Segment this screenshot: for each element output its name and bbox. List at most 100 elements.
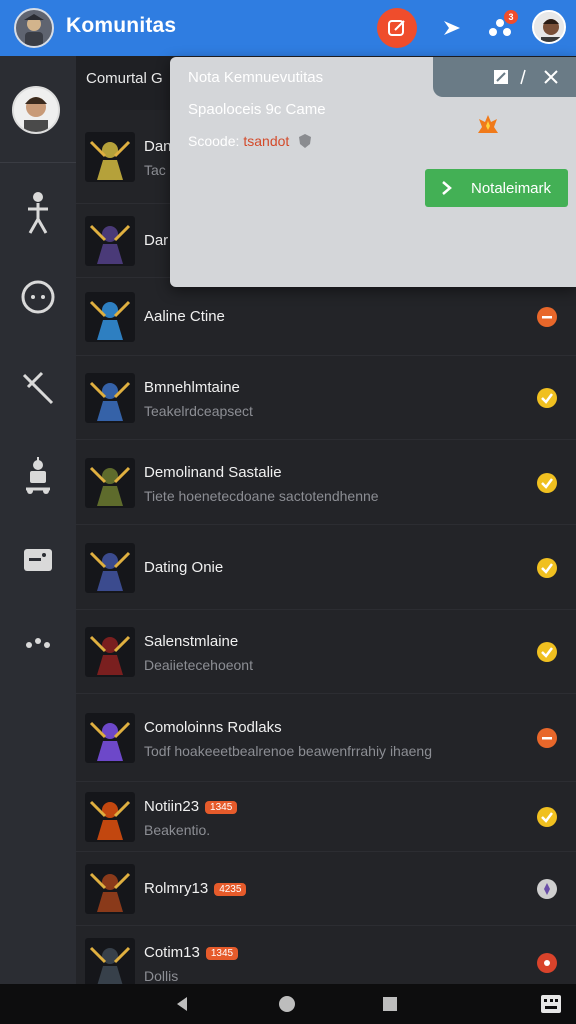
profile-avatar[interactable] — [12, 86, 60, 134]
popup-minimize-button[interactable] — [493, 69, 509, 90]
game-art-icon — [85, 292, 135, 342]
popup-title: Nota Kemnuevutitas — [188, 69, 324, 86]
community-thumbnail — [85, 543, 135, 593]
community-name-text: Aaline Ctine — [144, 308, 225, 325]
community-subtitle: Tiete hoenetecdoane sactotendhenne — [144, 488, 379, 504]
community-thumbnail — [85, 373, 135, 423]
community-tag: 4235 — [214, 882, 247, 896]
game-art-icon — [85, 373, 135, 423]
back-triangle-icon — [177, 997, 187, 1011]
close-icon — [544, 70, 558, 84]
community-tag: 1345 — [205, 946, 239, 960]
community-subtitle: Tac — [144, 162, 166, 178]
share-button[interactable] — [432, 8, 472, 48]
recents-square-icon — [383, 997, 397, 1011]
arrow-right-icon — [444, 21, 460, 35]
community-row[interactable]: Aaline Ctine — [76, 278, 576, 356]
community-row[interactable]: Comoloinns Rodlaks Todf hoakeeetbealrenoe… — [76, 694, 576, 782]
community-name: Comoloinns Rodlaks — [144, 719, 282, 736]
community-name-text: Dar — [144, 232, 169, 249]
status-yellow-icon — [541, 478, 553, 489]
profile-face-icon — [14, 88, 58, 132]
system-nav-bar — [0, 984, 576, 1024]
rail-item-events[interactable] — [0, 440, 76, 510]
back-button[interactable] — [174, 996, 190, 1017]
side-rail — [0, 56, 76, 984]
chat-bubble-icon — [21, 280, 55, 314]
rail-item-members[interactable] — [0, 178, 76, 248]
community-name: Bmnehlmtaine — [144, 379, 240, 396]
community-row[interactable]: Demolinand Sastalie Tiete hoenetecdoane s… — [76, 440, 576, 525]
app-logo-avatar[interactable] — [14, 8, 54, 48]
person-standing-icon — [28, 192, 48, 234]
fire-emblem-icon — [476, 113, 500, 137]
community-thumbnail — [85, 458, 135, 508]
community-thumbnail — [85, 292, 135, 342]
shield-icon — [299, 134, 312, 148]
mark-as-read-label: Notaleimark — [471, 179, 552, 197]
status-indicator — [537, 307, 557, 327]
game-art-icon — [85, 938, 135, 984]
community-name: Aaline Ctine — [144, 308, 225, 325]
community-subtitle: Deaiietecehoeont — [144, 657, 253, 673]
popup-description: Spaoloceis 9c Came — [188, 101, 326, 118]
home-button[interactable] — [278, 995, 296, 1018]
community-row[interactable]: Salenstmlaine Deaiietecehoeont — [76, 610, 576, 694]
slash-icon — [520, 69, 526, 85]
status-yellow-icon — [541, 812, 553, 823]
status-yellow-icon — [541, 563, 553, 574]
game-art-icon — [85, 543, 135, 593]
community-tag: 1345 — [205, 800, 238, 814]
edit-icon — [388, 20, 405, 36]
rail-item-messages[interactable] — [0, 526, 76, 596]
community-name-text: Dating Onie — [144, 559, 224, 576]
community-row[interactable]: Notiin23 1345 Beakentio. — [76, 782, 576, 852]
rail-item-chat[interactable] — [0, 262, 76, 332]
community-thumbnail — [85, 132, 135, 182]
status-orange-icon — [542, 737, 552, 740]
recents-button[interactable] — [382, 996, 398, 1017]
app-bar: Komunitas 3 — [0, 0, 576, 56]
game-art-icon — [85, 713, 135, 763]
notifications-button[interactable]: 3 — [480, 8, 520, 48]
status-indicator — [537, 728, 557, 748]
compose-button[interactable] — [377, 8, 417, 48]
community-name: Dating Onie — [144, 559, 223, 576]
community-row[interactable]: Cotim13 1345 Dollis — [76, 926, 576, 984]
user-face-icon — [534, 12, 564, 42]
keyboard-button[interactable] — [540, 994, 562, 1019]
rail-item-tools[interactable] — [0, 352, 76, 422]
list-section-header: Comurtal G — [86, 70, 163, 87]
status-indicator — [537, 388, 557, 408]
popup-close-button[interactable] — [543, 69, 559, 90]
keyboard-icon — [541, 995, 561, 1013]
community-row[interactable]: Bmnehlmtaine Teakelrdceapsect — [76, 356, 576, 440]
community-name: Cotim13 1345 — [144, 944, 239, 961]
mark-as-read-button[interactable]: Notaleimark — [425, 169, 568, 207]
community-row[interactable]: Rolmry13 4235 — [76, 852, 576, 926]
community-notification-popup: Nota Kemnuevutitas Spaoloceis 9c Came Sc… — [170, 57, 576, 287]
status-gray-icon — [544, 883, 550, 895]
community-name-text: Cotim13 — [144, 944, 200, 961]
rail-item-more[interactable] — [0, 608, 76, 678]
community-name-text: Rolmry13 — [144, 880, 209, 897]
community-name: Salenstmlaine — [144, 633, 238, 650]
community-name: Dar — [144, 232, 168, 249]
community-thumbnail — [85, 938, 135, 984]
community-name: Dan — [144, 138, 172, 155]
community-subtitle: Teakelrdceapsect — [144, 403, 253, 419]
message-box-icon — [24, 549, 52, 571]
status-indicator — [537, 642, 557, 662]
status-indicator — [537, 558, 557, 578]
warrior-logo-icon — [24, 14, 44, 46]
community-name-text: Salenstmlaine — [144, 633, 239, 650]
status-red-icon — [544, 960, 550, 966]
popup-score-label: Scoode: — [188, 133, 240, 149]
community-row[interactable]: Dating Onie — [76, 525, 576, 610]
user-avatar[interactable] — [532, 10, 566, 44]
app-title: Komunitas — [66, 14, 177, 37]
popup-score-value: tsandot — [243, 133, 290, 149]
community-name-text: Dan — [144, 138, 172, 155]
popup-separator-icon — [519, 68, 526, 86]
minimize-icon — [494, 70, 508, 84]
